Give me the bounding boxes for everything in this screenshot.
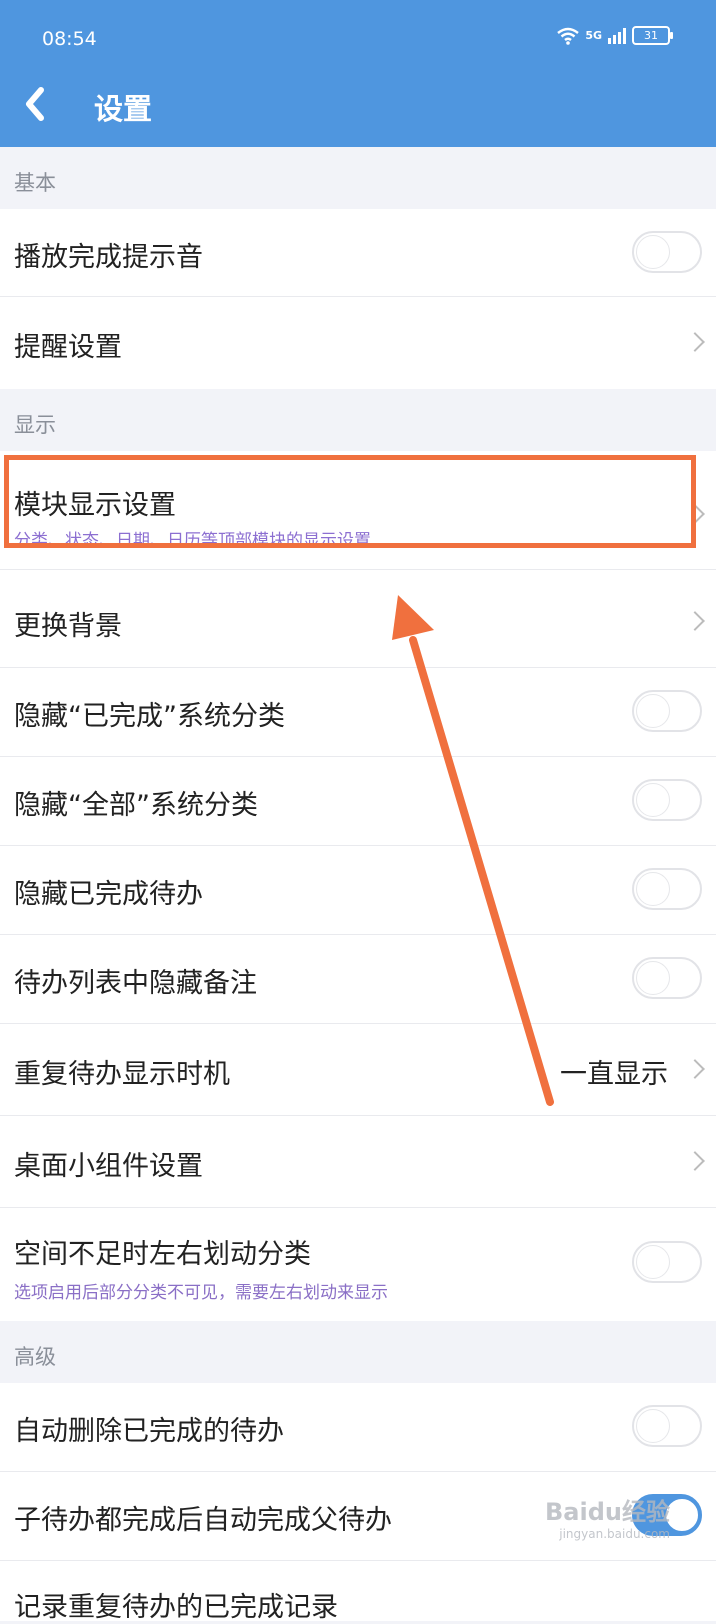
watermark-text: Baidu经验 (545, 1498, 670, 1526)
watermark-sub: jingyan.baidu.com (559, 1527, 670, 1541)
watermark-logo: Baidu经验 jingyan.baidu.com (545, 1492, 670, 1541)
annotation-arrow (392, 595, 554, 1106)
